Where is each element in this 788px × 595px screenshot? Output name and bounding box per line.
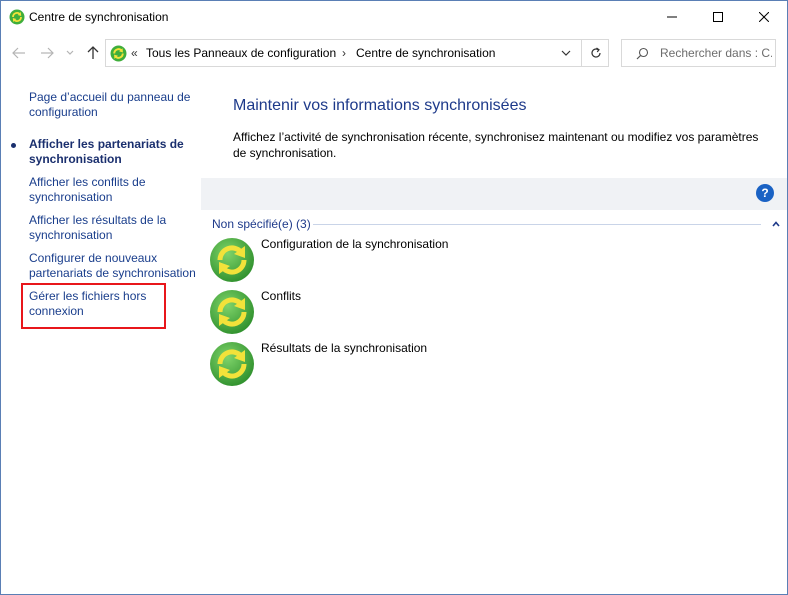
sidebar-link-view-results[interactable]: Afficher les résultats de la synchronisa… bbox=[29, 213, 199, 243]
maximize-icon bbox=[713, 12, 723, 22]
address-bar[interactable]: « Tous les Panneaux de configuration › C… bbox=[105, 39, 609, 67]
chevron-down-icon bbox=[561, 50, 571, 56]
close-button[interactable] bbox=[741, 1, 787, 33]
list-item-conflicts[interactable]: Conflits bbox=[209, 289, 609, 337]
help-icon[interactable]: ? bbox=[756, 184, 774, 202]
address-history-button[interactable] bbox=[554, 40, 578, 66]
item-label: Résultats de la synchronisation bbox=[261, 341, 428, 355]
sidebar-link-view-conflicts[interactable]: Afficher les conflits de synchronisation bbox=[29, 175, 199, 205]
breadcrumb-overflow[interactable]: « bbox=[131, 46, 138, 60]
chevron-up-icon bbox=[772, 221, 780, 227]
breadcrumb-sync-center[interactable]: Centre de synchronisation bbox=[356, 46, 495, 60]
breadcrumb-control-panel[interactable]: Tous les Panneaux de configuration bbox=[146, 46, 336, 60]
sidebar-link-control-panel-home[interactable]: Page d’accueil du panneau de configurati… bbox=[29, 90, 199, 120]
recent-locations-button[interactable] bbox=[63, 43, 77, 63]
arrow-left-icon bbox=[12, 47, 25, 59]
minimize-icon bbox=[667, 16, 677, 18]
forward-button[interactable] bbox=[37, 43, 57, 63]
highlight-box bbox=[21, 283, 166, 329]
group-header[interactable]: Non spécifié(e) (3) bbox=[212, 217, 311, 231]
item-label: Configuration de la synchronisation bbox=[261, 237, 449, 251]
item-label: Conflits bbox=[261, 289, 302, 303]
list-item-sync-results[interactable]: Résultats de la synchronisation bbox=[209, 341, 609, 389]
sync-icon bbox=[210, 342, 254, 386]
breadcrumb-separator[interactable]: › bbox=[342, 46, 346, 60]
list-item-sync-setup[interactable]: Configuration de la synchronisation bbox=[209, 237, 609, 285]
group-collapse-button[interactable] bbox=[769, 217, 783, 231]
page-description: Affichez l’activité de synchronisation r… bbox=[233, 130, 759, 160]
active-bullet bbox=[11, 143, 16, 148]
sync-icon bbox=[210, 238, 254, 282]
sync-center-icon bbox=[9, 9, 25, 25]
arrow-right-icon bbox=[41, 47, 54, 59]
search-icon bbox=[636, 47, 649, 60]
maximize-button[interactable] bbox=[695, 1, 741, 33]
chevron-down-icon bbox=[66, 50, 74, 55]
sync-icon bbox=[210, 290, 254, 334]
title-bar: Centre de synchronisation bbox=[1, 1, 787, 33]
close-icon bbox=[759, 12, 769, 22]
arrow-up-icon bbox=[87, 46, 99, 59]
sidebar-link-view-partnerships[interactable]: Afficher les partenariats de synchronisa… bbox=[29, 137, 199, 167]
sync-center-window: Centre de synchronisation « Tous les Pan… bbox=[0, 0, 788, 595]
sidebar-link-setup-partnerships[interactable]: Configurer de nouveaux partenariats de s… bbox=[29, 251, 199, 281]
toolbar-band bbox=[201, 178, 787, 210]
refresh-button[interactable] bbox=[581, 40, 609, 66]
main-content: Maintenir vos informations synchronisées… bbox=[201, 73, 787, 593]
back-button[interactable] bbox=[9, 43, 29, 63]
minimize-button[interactable] bbox=[649, 1, 695, 33]
up-button[interactable] bbox=[83, 43, 103, 63]
group-divider bbox=[313, 224, 761, 225]
search-box[interactable] bbox=[621, 39, 776, 67]
refresh-icon bbox=[590, 47, 601, 58]
task-pane: Page d’accueil du panneau de configurati… bbox=[1, 73, 201, 593]
sync-center-icon bbox=[110, 45, 127, 62]
page-title: Maintenir vos informations synchronisées bbox=[233, 97, 527, 114]
search-input[interactable] bbox=[660, 44, 772, 62]
navigation-bar: « Tous les Panneaux de configuration › C… bbox=[1, 33, 787, 73]
window-title: Centre de synchronisation bbox=[29, 10, 169, 24]
